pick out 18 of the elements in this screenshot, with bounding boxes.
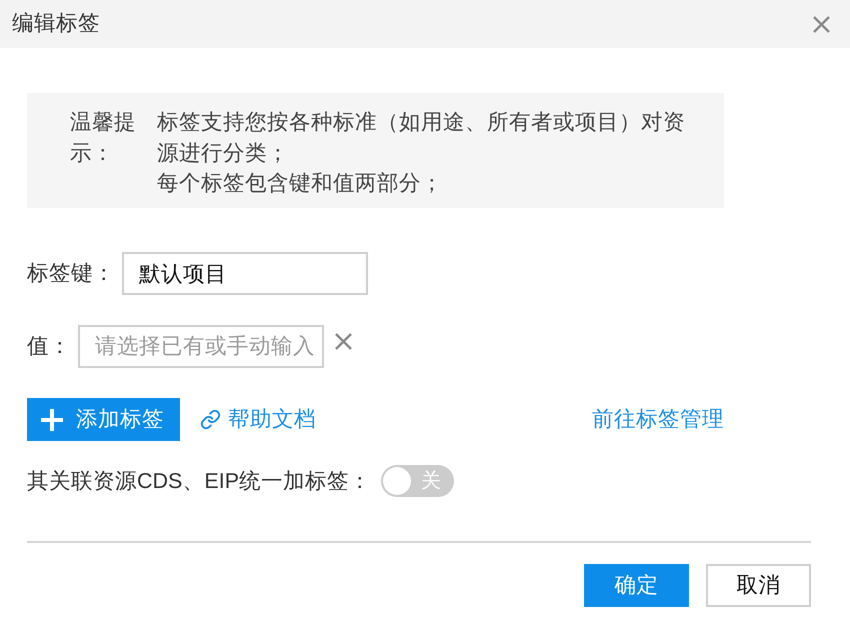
tip-text: 每个标签包含键和值两部分；: [157, 170, 443, 197]
value-input-field[interactable]: 请选择已有或手动输入: [78, 325, 324, 368]
field-label: 值：: [27, 333, 71, 360]
sync-label: 其关联资源CDS、EIP统一加标签：: [27, 468, 372, 495]
key-input-field[interactable]: 默认项目: [122, 252, 368, 295]
field-label: 标签键：: [27, 260, 115, 288]
dialog-title: 编辑标签: [12, 13, 100, 35]
tip-label: 温馨提示：: [70, 109, 137, 166]
link-icon: [200, 409, 221, 430]
cancel-button[interactable]: 取消: [706, 564, 811, 607]
tip-text: 标签支持您按各种标准（如用途、所有者或项目）对资源进行分类；: [157, 109, 685, 166]
help-docs-link[interactable]: 帮助文档: [200, 403, 316, 436]
close-icon[interactable]: [813, 16, 830, 32]
add-tag-button[interactable]: 添加标签: [27, 398, 180, 441]
close-icon[interactable]: [335, 333, 352, 350]
manage-tags-link[interactable]: 前往标签管理: [592, 403, 724, 436]
plus-icon: [41, 408, 63, 430]
confirm-button[interactable]: 确定: [584, 564, 689, 607]
